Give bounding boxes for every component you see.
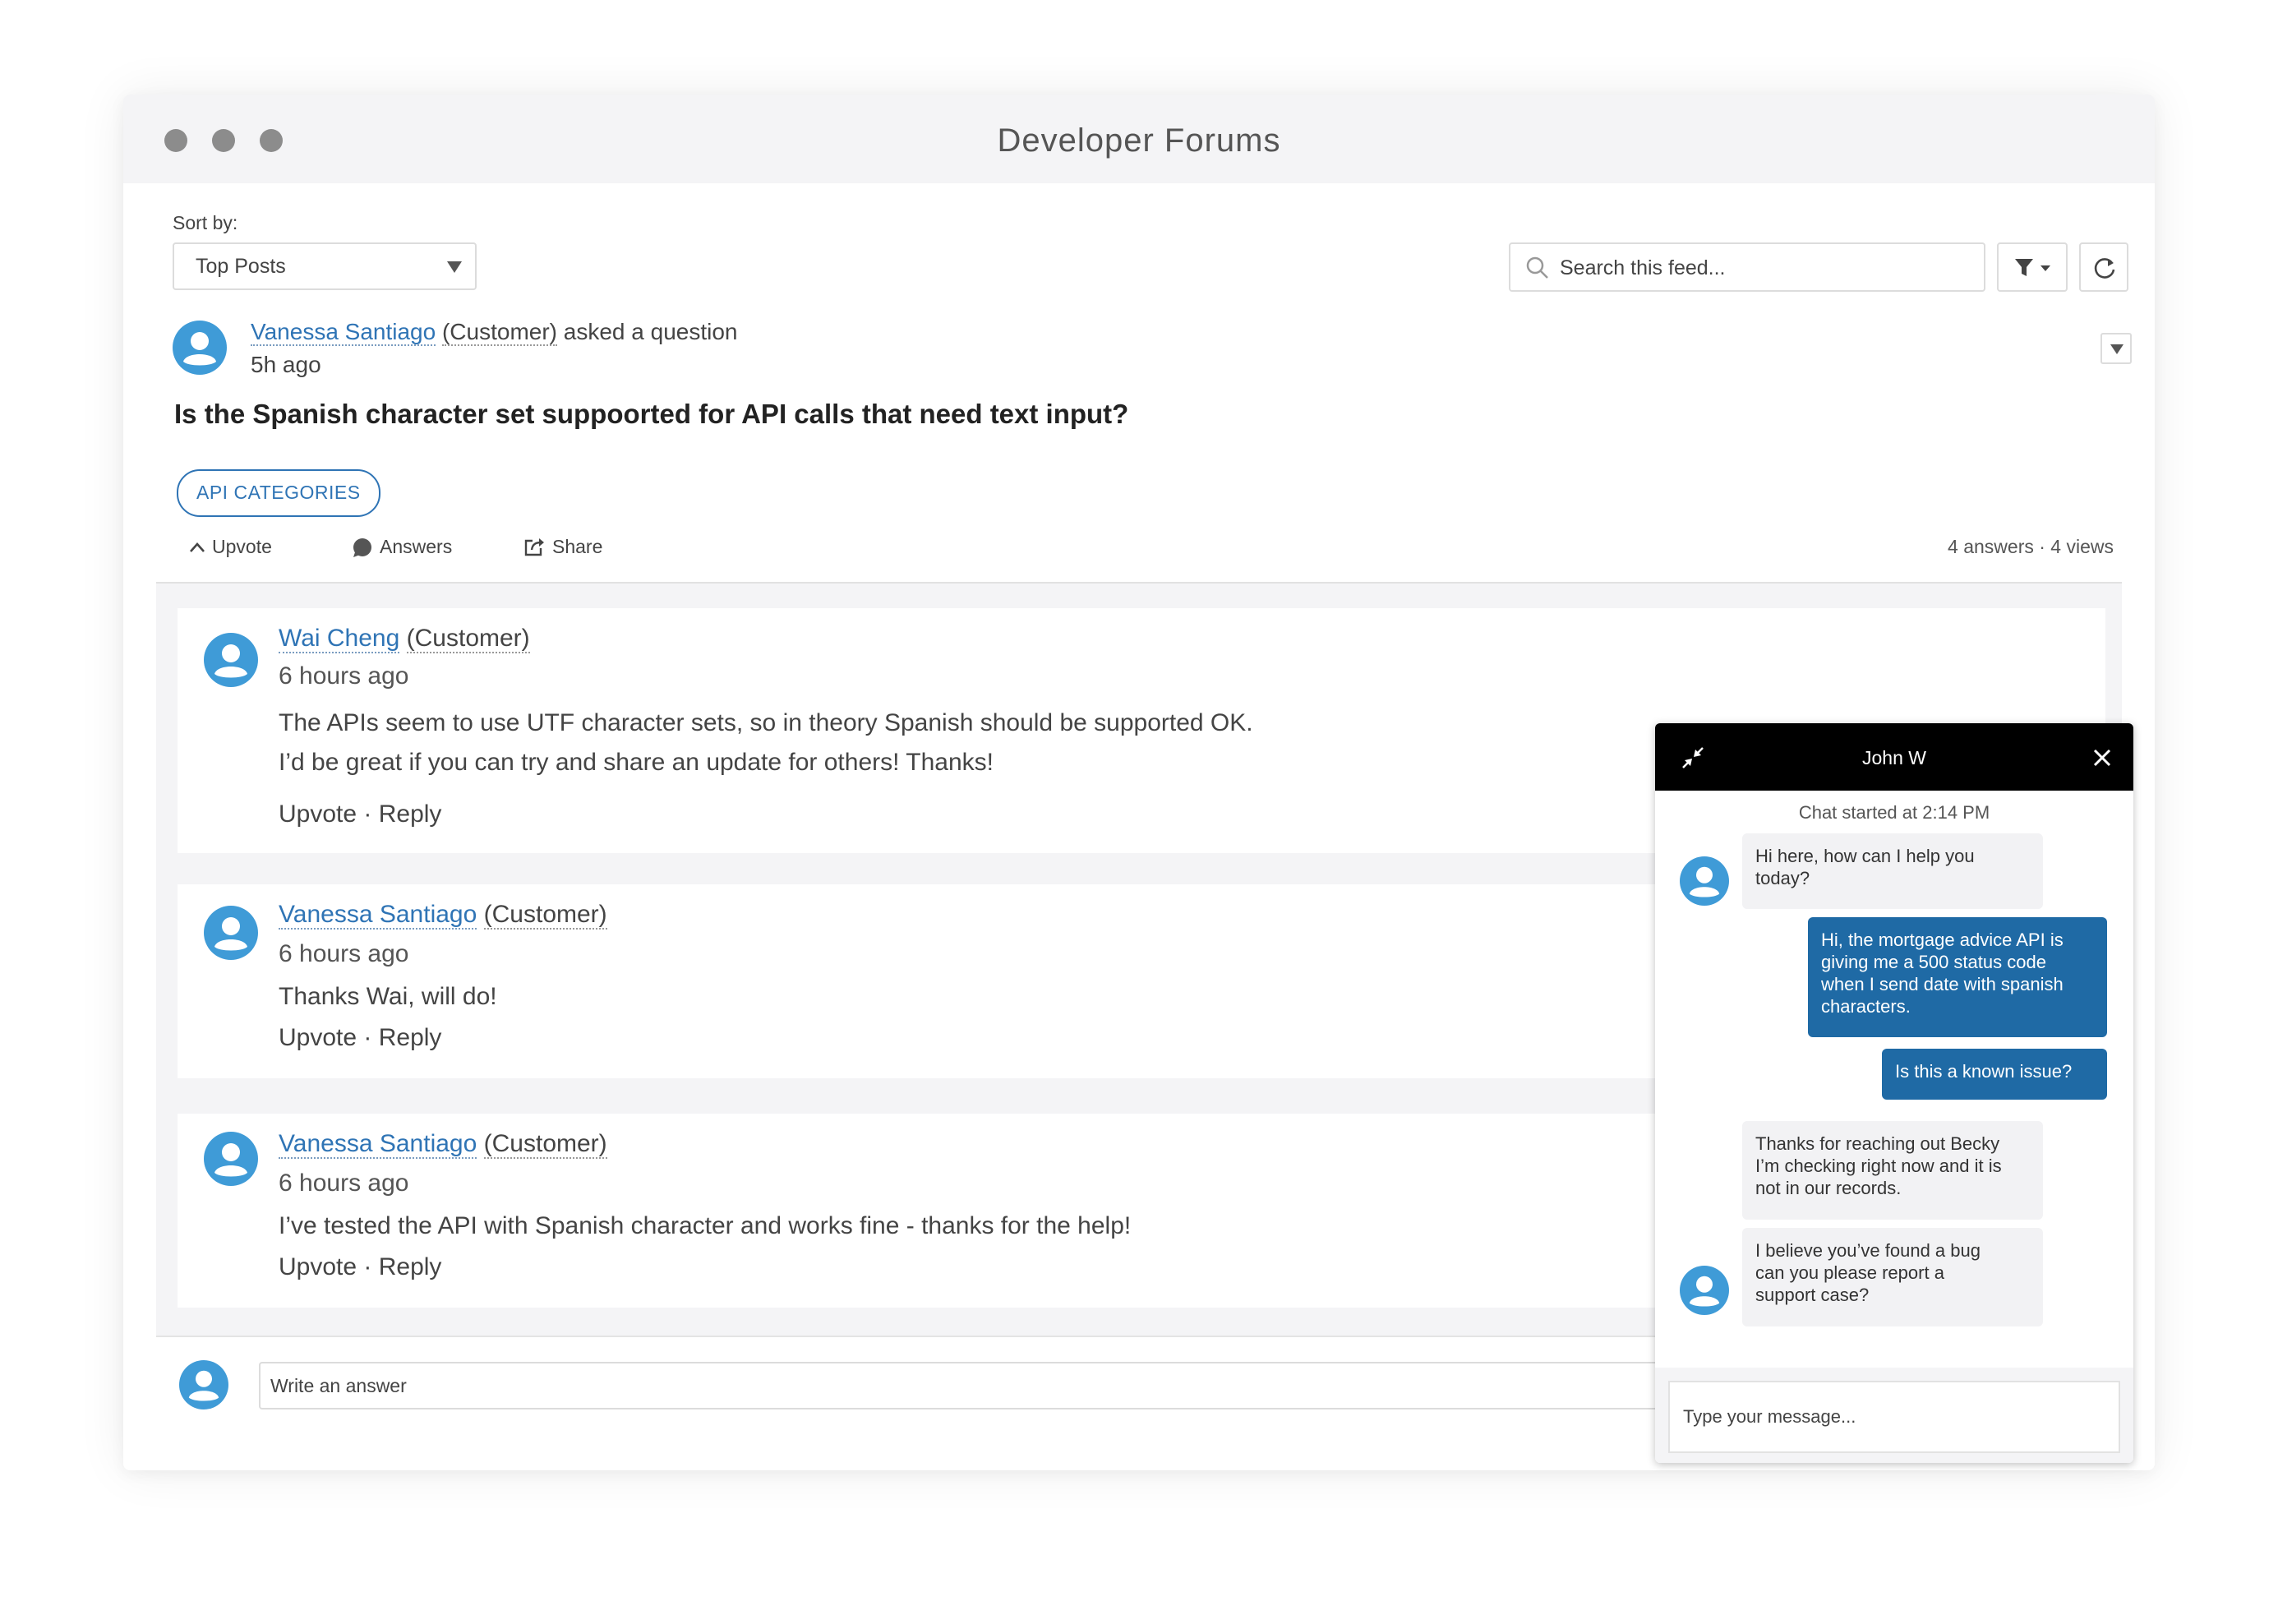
comment-text-line: The APIs seem to use UTF character sets,… [279,709,1253,736]
answers-count: 4 answers [1948,536,2034,557]
comment-author: Wai Cheng (Customer) [279,625,530,653]
chat-message-line: Hi here, how can I help you [1755,846,1975,866]
comment-author: Vanessa Santiago (Customer) [279,1130,607,1159]
share-icon [524,538,544,556]
share-button[interactable]: Share [524,536,602,558]
answers-label: Answers [380,536,453,557]
chat-agent-name: John W [1862,747,1926,768]
post-meta: Vanessa Santiago (Customer) asked a ques… [251,319,738,346]
chat-message-agent: Hi here, how can I help you today? [1742,833,2043,909]
avatar [173,321,227,375]
chat-footer [1655,1368,2133,1463]
sort-value: Top Posts [196,255,286,278]
comment-upvote-link[interactable]: Upvote [279,1024,357,1051]
sort-select[interactable]: Top Posts [173,242,477,290]
avatar [1680,1266,1729,1315]
comment-author-role: (Customer) [483,1130,607,1159]
chat-message-line: Thanks for reaching out Becky [1755,1133,2000,1154]
chat-message-agent: I believe you’ve found a bug can you ple… [1742,1228,2043,1326]
answers-button[interactable]: Answers [352,536,452,558]
chevron-down-icon [447,261,462,273]
comment-author-role: (Customer) [406,625,530,653]
post-author-role: (Customer) [441,319,557,346]
post-action: asked a question [557,319,738,344]
comment-text-line: I’d be great if you can try and share an… [279,749,994,776]
comment-reply-link[interactable]: · Reply [363,800,441,828]
chat-message-line: Is this a known issue? [1895,1061,2073,1082]
window-title: Developer Forums [997,122,1281,159]
avatar [1680,856,1729,906]
chat-started-label: Chat started at 2:14 PM [1798,802,1990,823]
upvote-button[interactable]: Upvote [189,536,272,558]
comment-upvote-link[interactable]: Upvote [279,800,357,828]
comment-text-line: I’ve tested the API with Spanish charact… [279,1212,1132,1239]
chat-message-line: support case? [1755,1285,1870,1305]
chat-message-line: when I send date with spanish [1821,974,2064,994]
comment-author-link[interactable]: Vanessa Santiago [279,1130,477,1159]
comment-upvote-link[interactable]: Upvote [279,1253,357,1280]
post-title: Is the Spanish character set suppoorted … [174,399,1129,429]
comment-author-role: (Customer) [483,901,607,930]
chat-widget: John W Chat started at 2:14 PM Hi here, … [1655,723,2133,1463]
chat-message-line: characters. [1821,996,1911,1017]
post-stats: 4 answers · 4 views [1948,536,2114,558]
comment-actions: Upvote · Reply [279,1253,441,1281]
share-label: Share [552,536,603,557]
answer-input[interactable] [259,1362,1820,1409]
avatar [204,1132,258,1186]
avatar [204,906,258,960]
sort-label: Sort by: [173,212,238,233]
comment-author-link[interactable]: Vanessa Santiago [279,901,477,930]
chat-header: John W [1655,723,2133,791]
comment-time: 6 hours ago [279,940,409,967]
chat-message-line: I’m checking right now and it is [1755,1156,2002,1176]
comment-actions: Upvote · Reply [279,800,441,828]
search-icon [1526,256,1548,279]
chevron-down-icon [2110,344,2124,354]
chat-message-line: can you please report a [1755,1262,1944,1283]
chat-message-line: not in our records. [1755,1178,1902,1198]
comment-author: Vanessa Santiago (Customer) [279,901,607,930]
answers-icon [353,538,371,557]
post-menu-button[interactable] [2100,333,2132,364]
chat-message-line: Hi, the mortgage advice API is [1821,930,2064,950]
refresh-icon [2094,258,2115,279]
chat-message-line: I believe you’ve found a bug [1755,1240,1981,1261]
avatar [179,1360,228,1409]
post-author-link[interactable]: Vanessa Santiago [251,319,436,346]
chat-message-agent: Thanks for reaching out Becky I’m checki… [1742,1121,2043,1220]
chat-message-user: Hi, the mortgage advice API is giving me… [1808,917,2107,1037]
filter-icon [2015,259,2050,276]
chat-message-line: today? [1755,868,1810,888]
refresh-button[interactable] [2079,242,2128,292]
chat-message-user: Is this a known issue? [1882,1049,2107,1100]
comment-reply-link[interactable]: · Reply [363,1024,441,1051]
avatar [204,633,258,687]
upvote-icon [190,542,205,552]
search-box[interactable] [1509,242,1985,292]
comment-text-line: Thanks Wai, will do! [279,983,497,1010]
comment-actions: Upvote · Reply [279,1024,441,1052]
chat-message-line: giving me a 500 status code [1821,952,2046,972]
upvote-label: Upvote [212,536,272,557]
views-count: · 4 views [2039,536,2114,557]
comment-time: 6 hours ago [279,1170,409,1197]
title-bar: Developer Forums [123,95,2155,183]
chat-message-input[interactable] [1668,1381,2120,1453]
comment-time: 6 hours ago [279,662,409,690]
comment-reply-link[interactable]: · Reply [363,1253,441,1280]
comment-author-link[interactable]: Wai Cheng [279,625,400,653]
post-time: 5h ago [251,352,321,377]
search-input[interactable] [1558,244,1972,292]
close-icon[interactable] [2092,748,2112,768]
tag-api-categories[interactable]: API CATEGORIES [177,469,380,517]
filter-button[interactable] [1997,242,2068,292]
